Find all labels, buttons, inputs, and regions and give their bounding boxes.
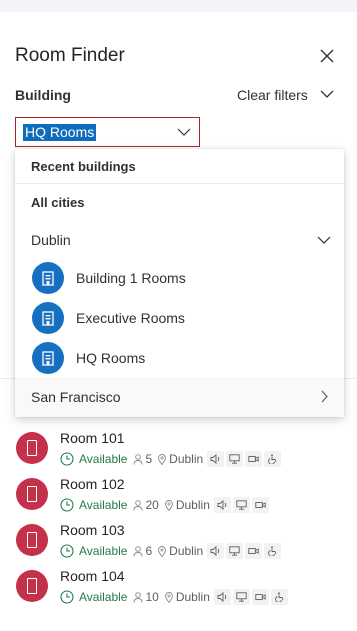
close-icon[interactable]: [318, 47, 336, 65]
building-icon: [32, 342, 64, 374]
accessible-icon: [264, 451, 282, 467]
video-icon: [245, 451, 263, 467]
room-row[interactable]: Room 103 Available 6 Dublin: [0, 522, 357, 566]
audio-icon: [207, 543, 225, 559]
building-option-label: Building 1 Rooms: [76, 270, 186, 286]
accessible-icon: [264, 543, 282, 559]
location-pin-icon: [158, 453, 167, 465]
building-option-label: Executive Rooms: [76, 310, 185, 326]
capacity: 6: [145, 544, 153, 558]
building-option-label: HQ Rooms: [76, 350, 146, 366]
dropdown-divider: [15, 183, 344, 184]
audio-icon: [213, 589, 231, 605]
room-name: Room 101: [60, 430, 125, 446]
clear-filters-button[interactable]: Clear filters: [237, 87, 308, 103]
video-icon: [245, 543, 263, 559]
availability-status: Available: [79, 498, 128, 512]
room-city: Dublin: [169, 452, 204, 466]
city-label: San Francisco: [31, 389, 121, 405]
building-option[interactable]: HQ Rooms: [15, 341, 344, 377]
room-city: Dublin: [169, 544, 204, 558]
top-strip: [0, 0, 357, 12]
location-pin-icon: [164, 591, 173, 603]
room-name: Room 104: [60, 568, 125, 584]
room-meta: Available 20 Dublin: [60, 496, 271, 514]
clock-icon: [60, 498, 74, 512]
city-san-francisco-item[interactable]: San Francisco: [15, 377, 344, 417]
building-dropdown: Recent buildings All cities Dublin Build…: [15, 149, 344, 417]
recent-buildings-item[interactable]: Recent buildings: [31, 159, 136, 174]
display-icon: [226, 543, 244, 559]
audio-icon: [207, 451, 225, 467]
video-icon: [251, 497, 269, 513]
audio-icon: [213, 497, 231, 513]
room-meta: Available 10 Dublin: [60, 588, 290, 606]
room-icon: [16, 524, 48, 556]
building-combobox[interactable]: HQ Rooms: [15, 117, 200, 147]
chevron-down-icon[interactable]: [177, 127, 191, 137]
building-combobox-value[interactable]: HQ Rooms: [23, 124, 97, 141]
person-icon: [134, 545, 143, 557]
room-city: Dublin: [175, 498, 210, 512]
capacity: 20: [145, 498, 159, 512]
availability-status: Available: [79, 452, 128, 466]
person-icon: [134, 591, 143, 603]
chevron-down-icon[interactable]: [317, 235, 331, 245]
person-icon: [134, 453, 143, 465]
building-option[interactable]: Executive Rooms: [15, 301, 344, 337]
room-meta: Available 5 Dublin: [60, 450, 283, 468]
building-icon: [32, 262, 64, 294]
display-icon: [232, 589, 250, 605]
chevron-down-icon[interactable]: [319, 88, 335, 100]
video-icon: [251, 589, 269, 605]
availability-status: Available: [79, 544, 128, 558]
chevron-right-icon[interactable]: [320, 390, 329, 403]
room-name: Room 102: [60, 476, 125, 492]
availability-status: Available: [79, 590, 128, 604]
person-icon: [134, 499, 143, 511]
room-city: Dublin: [175, 590, 210, 604]
room-name: Room 103: [60, 522, 125, 538]
room-row[interactable]: Room 104 Available 10 Dublin: [0, 568, 357, 612]
room-icon: [16, 478, 48, 510]
page-title: Room Finder: [15, 45, 125, 66]
clock-icon: [60, 590, 74, 604]
accessible-icon: [270, 589, 288, 605]
display-icon: [232, 497, 250, 513]
display-icon: [226, 451, 244, 467]
building-icon: [32, 302, 64, 334]
location-pin-icon: [164, 499, 173, 511]
clock-icon: [60, 544, 74, 558]
room-icon: [16, 570, 48, 602]
room-icon: [16, 432, 48, 464]
city-dublin-item[interactable]: Dublin: [31, 232, 71, 248]
room-meta: Available 6 Dublin: [60, 542, 283, 560]
all-cities-item[interactable]: All cities: [31, 195, 84, 210]
clock-icon: [60, 452, 74, 466]
capacity: 10: [145, 590, 159, 604]
capacity: 5: [145, 452, 153, 466]
building-label: Building: [15, 87, 71, 103]
room-row[interactable]: Room 101 Available 5 Dublin: [0, 430, 357, 474]
building-option[interactable]: Building 1 Rooms: [15, 261, 344, 297]
location-pin-icon: [158, 545, 167, 557]
room-row[interactable]: Room 102 Available 20 Dublin: [0, 476, 357, 520]
